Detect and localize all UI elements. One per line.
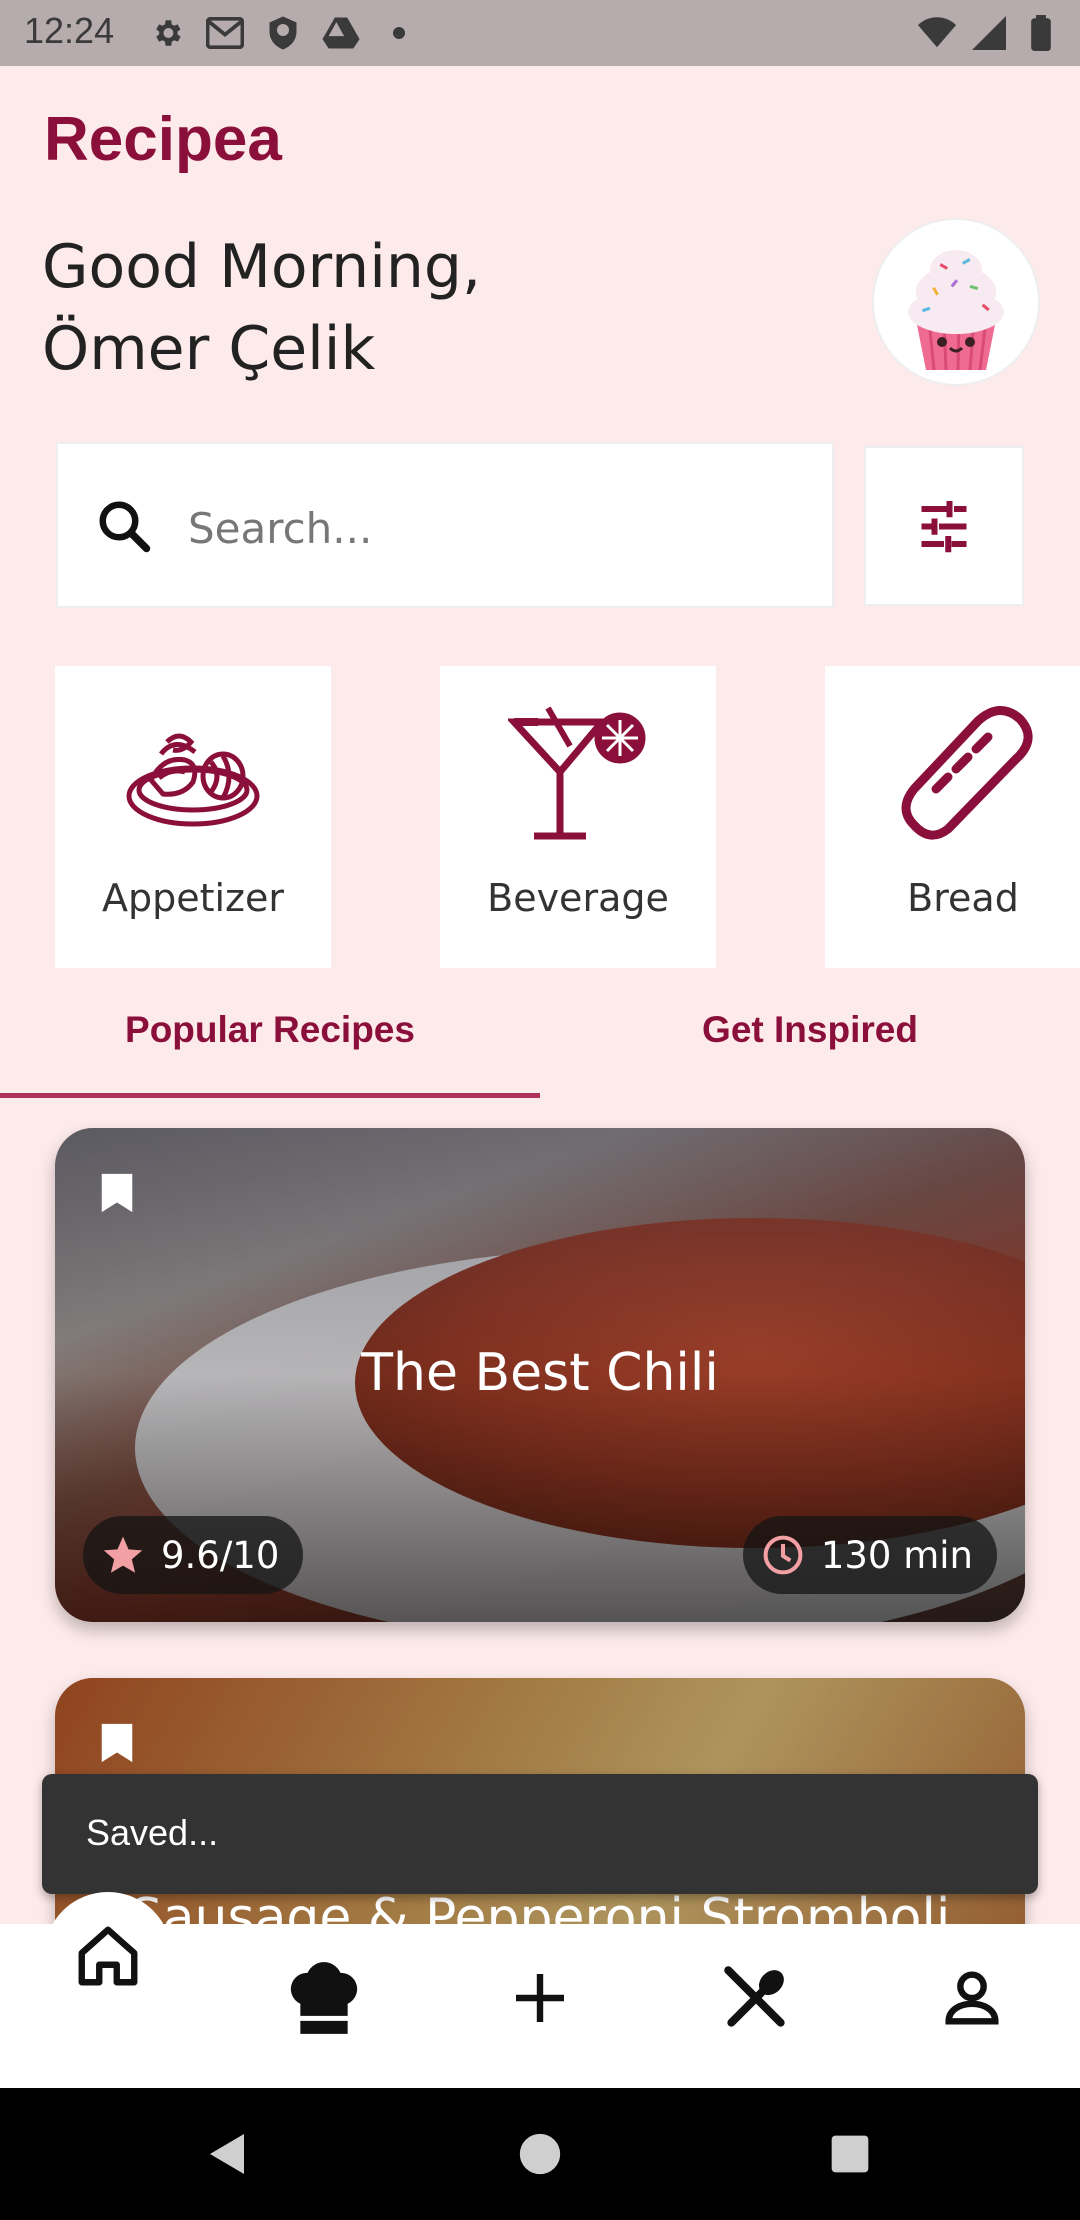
time-badge: 130 min — [742, 1516, 997, 1594]
user-name: Ömer Çelik — [42, 314, 376, 384]
back-button[interactable] — [196, 2122, 260, 2186]
filter-button[interactable] — [864, 446, 1024, 606]
search-box[interactable] — [56, 442, 834, 608]
category-label: Beverage — [487, 876, 669, 920]
cocktail-icon — [440, 696, 716, 856]
bookmark-icon[interactable] — [99, 1722, 135, 1764]
clock-icon — [763, 1535, 803, 1575]
gmail-icon — [206, 14, 244, 52]
shield-icon — [264, 14, 302, 52]
greeting: Good Morning, Ömer Çelik — [42, 226, 481, 390]
home-system-button[interactable] — [508, 2122, 572, 2186]
battery-icon — [1022, 14, 1060, 52]
recents-button[interactable] — [818, 2122, 882, 2186]
status-system-icons — [918, 14, 1060, 52]
snackbar: Saved... — [42, 1774, 1038, 1894]
tab-popular-recipes[interactable]: Popular Recipes — [0, 990, 540, 1100]
snackbar-message: Saved... — [86, 1812, 219, 1853]
recipe-card[interactable]: The Best Chili 9.6/10 130 min — [55, 1128, 1025, 1622]
star-icon — [103, 1536, 143, 1573]
search-input[interactable] — [186, 484, 790, 572]
cupcake-avatar-icon — [874, 220, 1038, 384]
nav-home[interactable] — [44, 1892, 172, 2020]
greeting-line: Good Morning, — [42, 232, 482, 302]
tune-sliders-icon — [921, 501, 967, 553]
tab-indicator — [0, 1093, 540, 1098]
person-icon — [945, 1971, 999, 2025]
more-dot-icon — [380, 14, 418, 52]
category-card-bread[interactable]: Bread — [825, 666, 1080, 968]
utensils-icon — [724, 1966, 785, 2027]
bookmark-icon[interactable] — [99, 1172, 135, 1214]
add-icon — [516, 1974, 564, 2022]
signal-icon — [970, 14, 1008, 52]
rating-value: 9.6/10 — [161, 1533, 280, 1577]
category-card-appetizer[interactable]: Appetizer — [55, 666, 331, 968]
nav-meals[interactable] — [706, 1948, 806, 2048]
search-icon — [94, 496, 154, 556]
recipe-title: The Best Chili — [361, 1343, 719, 1403]
status-bar: 12:24 — [0, 0, 1080, 66]
rating-badge: 9.6/10 — [83, 1516, 304, 1594]
category-card-beverage[interactable]: Beverage — [440, 666, 716, 968]
status-notification-icons — [148, 14, 418, 52]
category-label: Bread — [907, 876, 1019, 920]
system-navigation-bar — [0, 2088, 1080, 2220]
nav-add[interactable] — [490, 1948, 590, 2048]
cook-time: 130 min — [820, 1533, 973, 1577]
category-label: Appetizer — [101, 876, 285, 920]
tab-get-inspired[interactable]: Get Inspired — [540, 990, 1080, 1100]
appetizer-plate-icon — [55, 696, 331, 856]
recipe-tabs: Popular Recipes Get Inspired — [0, 990, 1080, 1100]
home-circle-icon — [519, 2133, 561, 2175]
settings-gear-icon — [148, 14, 186, 52]
nav-profile[interactable] — [922, 1948, 1022, 2048]
bread-icon — [825, 696, 1080, 856]
wifi-icon — [918, 14, 956, 52]
home-icon — [78, 1926, 138, 1986]
app-title: Recipea — [44, 105, 282, 174]
nav-chef[interactable] — [274, 1948, 374, 2048]
back-triangle-icon — [210, 2134, 244, 2174]
recents-square-icon — [831, 2135, 869, 2173]
status-time: 12:24 — [24, 10, 115, 51]
drive-icon — [322, 14, 360, 52]
avatar[interactable] — [874, 220, 1038, 384]
chef-hat-icon — [290, 1962, 358, 2034]
